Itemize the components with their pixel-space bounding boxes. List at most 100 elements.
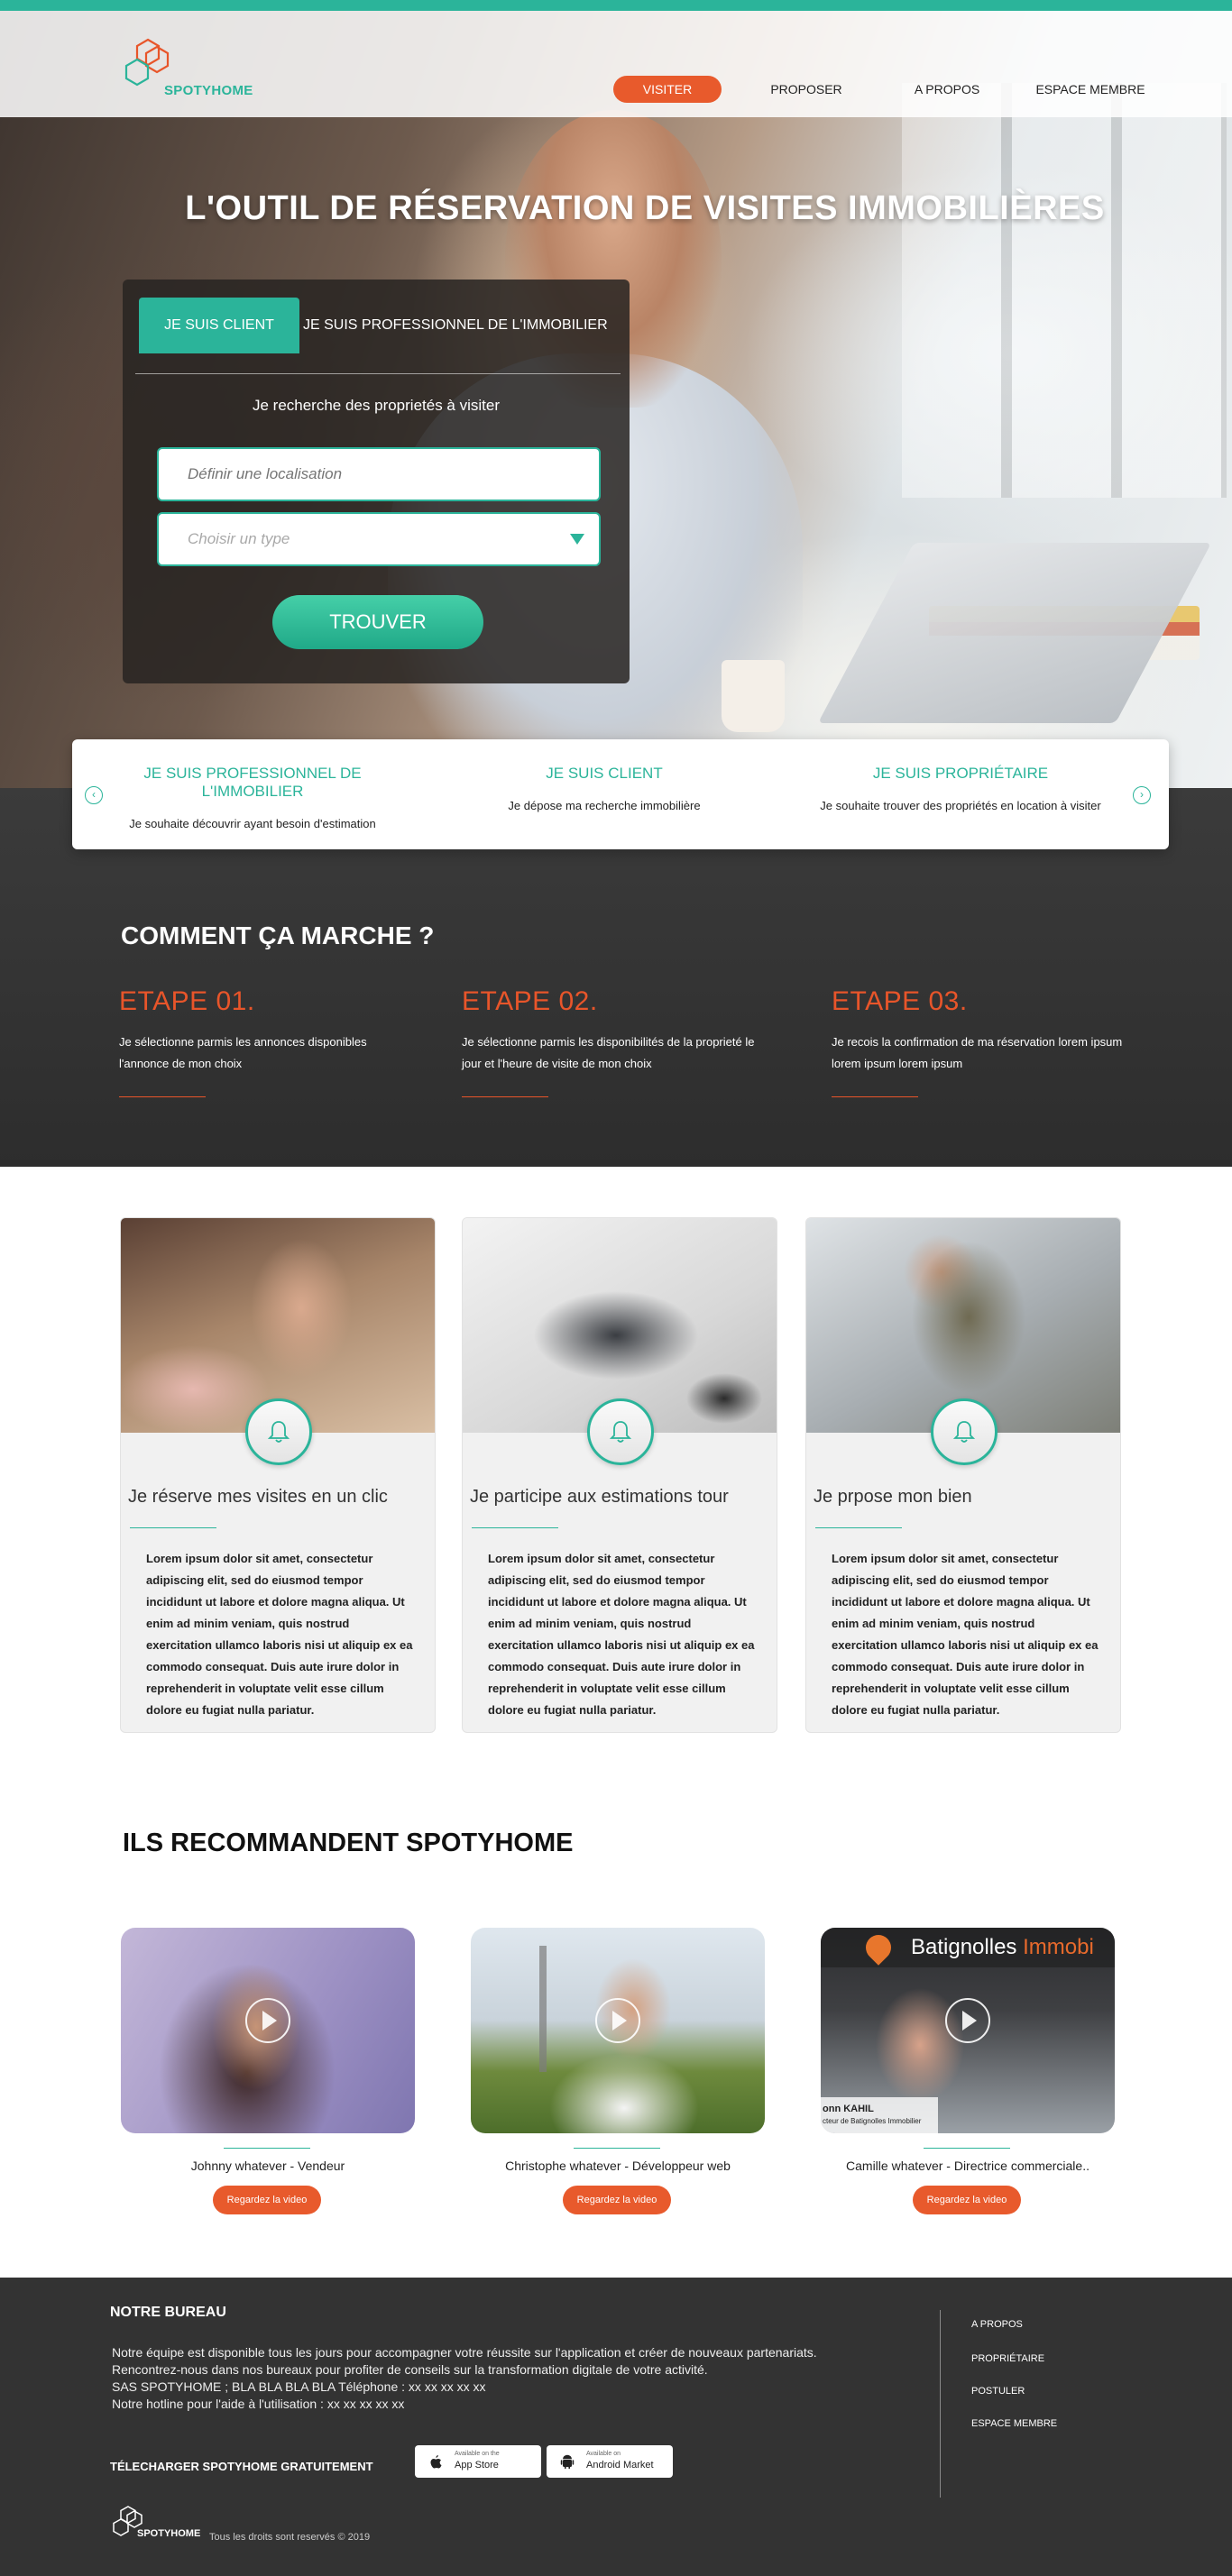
footer: NOTRE BUREAU Notre équipe est disponible… (0, 2278, 1232, 2576)
step-underline (832, 1096, 918, 1097)
store-small-label: Available on (586, 2451, 621, 2457)
footer-divider (940, 2310, 941, 2498)
tab-professional[interactable]: JE SUIS PROFESSIONNEL DE L'IMMOBILIER (303, 298, 628, 353)
store-name: Android Market (586, 2460, 654, 2471)
top-accent-bar (0, 0, 1232, 11)
find-button[interactable]: TROUVER (272, 595, 483, 649)
watch-video-button[interactable]: Regardez la video (563, 2186, 671, 2214)
carousel-next-icon[interactable]: › (1133, 786, 1151, 804)
play-icon[interactable] (595, 1998, 640, 2043)
video-brand-text-accent: Immobi (1023, 1935, 1094, 1959)
download-label: TÉLECHARGER SPOTYHOME GRATUITEMENT (110, 2460, 373, 2473)
card-title: Je prpose mon bien (814, 1487, 972, 1507)
play-icon[interactable] (245, 1998, 290, 2043)
step-text: Je recois la confirmation de ma réservat… (832, 1035, 1123, 1070)
type-select-placeholder: Choisir un type (188, 530, 290, 547)
bell-badge (587, 1398, 654, 1465)
feature-card: Je participe aux estimations tour Lorem … (462, 1217, 777, 1733)
logo[interactable]: SPOTYHOME (123, 38, 276, 101)
search-panel: JE SUIS CLIENT JE SUIS PROFESSIONNEL DE … (123, 280, 630, 683)
header-nav: SPOTYHOME VISITER PROPOSER A PROPOS ESPA… (0, 11, 1232, 117)
card-text: Lorem ipsum dolor sit amet, consectetur … (488, 1552, 755, 1717)
card-text: Lorem ipsum dolor sit amet, consectetur … (146, 1552, 413, 1717)
hero-window (902, 83, 1227, 498)
video-underline (224, 2148, 310, 2149)
search-subtitle: Je recherche des proprietés à visiter (252, 397, 501, 414)
profile-desc: Je souhaite découvrir ayant besoin d'est… (129, 817, 376, 830)
footer-line: SAS SPOTYHOME ; BLA BLA BLA BLA Téléphon… (112, 2379, 486, 2394)
profile-client[interactable]: JE SUIS CLIENT Je dépose ma recherche im… (469, 765, 740, 812)
bell-badge (931, 1398, 998, 1465)
profile-title: JE SUIS PROFESSIONNEL DE L'IMMOBILIER (143, 765, 362, 800)
video-caption: onn KAHIL cteur de Batignolles Immobilie… (821, 2097, 938, 2133)
hero-laptop (817, 543, 1212, 723)
app-store-button[interactable]: Available on the App Store (415, 2445, 541, 2478)
logo-text: SPOTYHOME (164, 83, 253, 98)
testimonial-name: Christophe whatever - Développeur web (505, 2159, 731, 2173)
video-thumbnail[interactable] (121, 1928, 415, 2133)
footer-link-proprietaire[interactable]: PROPRIÉTAIRE (971, 2353, 1044, 2364)
footer-link-espace-membre[interactable]: ESPACE MEMBRE (971, 2418, 1057, 2429)
card-title: Je réserve mes visites en un clic (128, 1487, 388, 1507)
bell-icon (610, 1421, 631, 1443)
bell-icon (268, 1421, 290, 1443)
dropdown-caret-icon (570, 534, 584, 545)
watch-video-button[interactable]: Regardez la video (213, 2186, 321, 2214)
how-title: COMMENT ÇA MARCHE ? (121, 921, 435, 949)
footer-title: NOTRE BUREAU (110, 2305, 226, 2320)
bell-badge (245, 1398, 312, 1465)
profile-title: JE SUIS CLIENT (546, 765, 663, 782)
profile-owner[interactable]: JE SUIS PROPRIÉTAIRE Je souhaite trouver… (794, 765, 1127, 812)
video-brand-text: Batignolles (911, 1935, 1017, 1959)
step-text: Je sélectionne parmis les disponibilités… (462, 1035, 755, 1070)
profile-carousel: ‹ JE SUIS PROFESSIONNEL DE L'IMMOBILIER … (72, 739, 1169, 849)
footer-line: Notre équipe est disponible tous les jou… (112, 2345, 817, 2360)
eiffel-tower-shape (525, 1946, 561, 2072)
testimonials-title: ILS RECOMMANDENT SPOTYHOME (123, 1829, 574, 1857)
step-underline (462, 1096, 548, 1097)
footer-logo-text: SPOTYHOME (137, 2528, 201, 2539)
bell-icon (953, 1421, 975, 1443)
footer-line: Notre hotline pour l'aide à l'utilisatio… (112, 2397, 405, 2411)
nav-visiter[interactable]: VISITER (613, 76, 722, 103)
video-underline (924, 2148, 1010, 2149)
footer-logo[interactable]: SPOTYHOME (112, 2505, 211, 2544)
step-3: ETAPE 03. Je recois la confirmation de m… (832, 986, 1129, 1075)
nav-espace-membre[interactable]: ESPACE MEMBRE (1025, 76, 1156, 103)
card-underline (130, 1527, 216, 1528)
card-underline (815, 1527, 902, 1528)
footer-link-postuler[interactable]: POSTULER (971, 2386, 1025, 2397)
nav-a-propos[interactable]: A PROPOS (896, 76, 998, 103)
profile-professional[interactable]: JE SUIS PROFESSIONNEL DE L'IMMOBILIER Je… (99, 765, 406, 830)
footer-text: Notre équipe est disponible tous les jou… (112, 2344, 924, 2413)
card-text: Lorem ipsum dolor sit amet, consectetur … (832, 1552, 1099, 1717)
type-select[interactable]: Choisir un type (157, 512, 601, 566)
step-2: ETAPE 02. Je sélectionne parmis les disp… (462, 986, 759, 1075)
apple-icon (430, 2455, 442, 2469)
nav-proposer[interactable]: PROPOSER (756, 76, 857, 103)
tab-client[interactable]: JE SUIS CLIENT (139, 298, 299, 353)
testimonial-name: Johnny whatever - Vendeur (190, 2159, 345, 2173)
copyright: Tous les droits sont reservés © 2019 (209, 2532, 371, 2543)
watch-video-button[interactable]: Regardez la video (913, 2186, 1021, 2214)
video-caption-role: cteur de Batignolles Immobilier (823, 2117, 922, 2125)
testimonial-name: Camille whatever - Directrice commercial… (846, 2159, 1089, 2173)
video-thumbnail[interactable]: Batignolles Immobi onn KAHIL cteur de Ba… (821, 1928, 1115, 2133)
store-name: App Store (455, 2460, 499, 2471)
android-icon (560, 2454, 575, 2470)
hero-title: L'OUTIL DE RÉSERVATION DE VISITES IMMOBI… (185, 189, 1105, 227)
step-title: ETAPE 01. (119, 986, 255, 1016)
profile-title: JE SUIS PROPRIÉTAIRE (872, 765, 1049, 782)
footer-link-a-propos[interactable]: A PROPOS (971, 2319, 1023, 2330)
play-icon[interactable] (945, 1998, 990, 2043)
video-thumbnail[interactable] (471, 1928, 765, 2133)
card-title: Je participe aux estimations tour (470, 1487, 729, 1507)
step-title: ETAPE 03. (832, 986, 968, 1016)
panel-divider (135, 373, 621, 374)
footer-line: Rencontrez-nous dans nos bureaux pour pr… (112, 2362, 708, 2377)
location-input[interactable] (157, 447, 601, 501)
android-market-button[interactable]: Available on Android Market (547, 2445, 673, 2478)
video-underline (574, 2148, 660, 2149)
hero-mug (722, 660, 785, 732)
profile-desc: Je souhaite trouver des propriétés en lo… (820, 799, 1101, 812)
